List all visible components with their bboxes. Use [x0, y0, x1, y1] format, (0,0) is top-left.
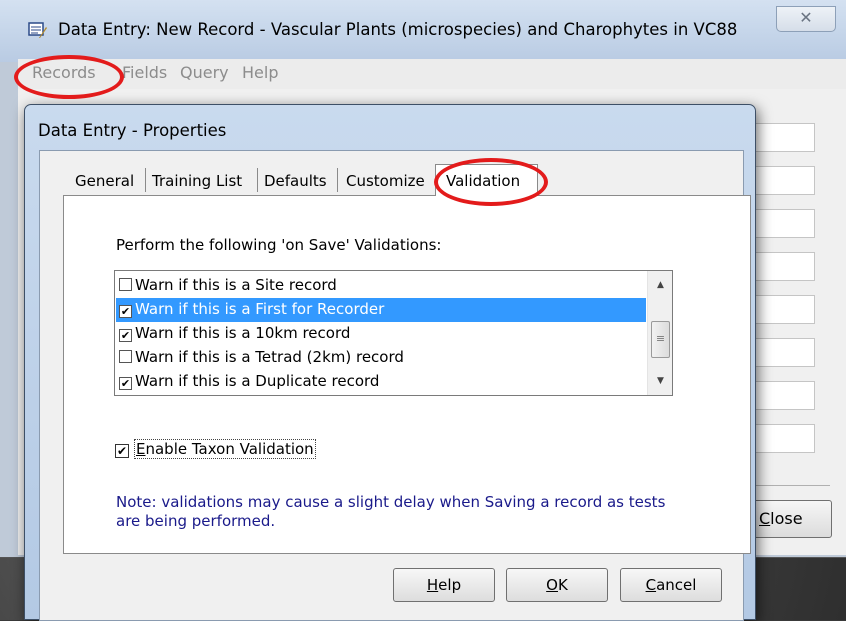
list-item[interactable]: ✔ Warn if this is a 10km record [116, 322, 646, 346]
help-button[interactable]: Help [393, 568, 495, 602]
menu-query[interactable]: Query [180, 63, 229, 82]
record-field[interactable] [752, 166, 815, 195]
record-field[interactable] [752, 252, 815, 281]
scroll-down-icon[interactable]: ▼ [648, 371, 673, 391]
main-titlebar: Data Entry: New Record - Vascular Plants… [0, 0, 846, 62]
divider [752, 485, 830, 486]
validation-note: Note: validations may cause a slight del… [116, 493, 666, 530]
menu-bar: Records Fields Query Help [18, 59, 846, 89]
checkbox[interactable]: ✔ [119, 329, 132, 342]
record-field[interactable] [752, 209, 815, 238]
dialog-title: Data Entry - Properties [38, 121, 227, 140]
list-item[interactable]: Warn if this is a Tetrad (2km) record [116, 346, 646, 370]
window-title: Data Entry: New Record - Vascular Plants… [58, 20, 738, 39]
checkbox[interactable]: ✔ [119, 377, 132, 390]
validations-prompt: Perform the following 'on Save' Validati… [116, 236, 442, 254]
tab-divider [337, 168, 338, 192]
cancel-button[interactable]: Cancel [620, 568, 722, 602]
checkmark-icon: ✔ [120, 329, 131, 342]
record-field[interactable] [752, 381, 815, 410]
tab-validation-label[interactable]: Validation [446, 172, 520, 190]
record-field[interactable] [752, 338, 815, 367]
record-field[interactable] [752, 295, 815, 324]
scroll-up-icon[interactable]: ▲ [648, 275, 673, 295]
list-item[interactable]: Warn if this is a Site record [116, 274, 646, 298]
record-field[interactable] [752, 424, 815, 453]
validations-listbox[interactable]: Warn if this is a Site record ✔ Warn if t… [114, 270, 673, 396]
checkbox-label: Enable Taxon Validation [134, 439, 316, 459]
checkmark-icon: ✔ [120, 305, 131, 318]
checkmark-icon: ✔ [116, 444, 128, 458]
checkbox[interactable] [119, 278, 132, 291]
list-item[interactable]: ✔ Warn if this is a First for Recorder [116, 298, 646, 322]
grip-icon: ≡ [655, 332, 666, 345]
tab-general[interactable]: General [75, 172, 134, 190]
checkbox[interactable]: ✔ [115, 444, 129, 458]
tab-defaults[interactable]: Defaults [264, 172, 327, 190]
tab-divider [257, 168, 258, 192]
menu-help[interactable]: Help [242, 63, 278, 82]
record-field[interactable] [752, 123, 815, 152]
window-close-button[interactable]: ✕ [776, 6, 836, 32]
app-icon [28, 22, 47, 38]
enable-taxon-validation-checkbox[interactable]: ✔ Enable Taxon Validation [115, 439, 316, 459]
list-scrollbar[interactable]: ▲ ≡ ▼ [647, 271, 672, 395]
tab-customize[interactable]: Customize [346, 172, 425, 190]
tab-training-list[interactable]: Training List [152, 172, 242, 190]
checkbox[interactable] [119, 350, 132, 363]
checkmark-icon: ✔ [120, 377, 131, 390]
ok-button[interactable]: OK [506, 568, 608, 602]
checkbox[interactable]: ✔ [119, 305, 132, 318]
close-button[interactable]: Close [750, 500, 832, 538]
close-icon: ✕ [799, 8, 813, 27]
list-item[interactable]: ✔ Warn if this is a Duplicate record [116, 370, 646, 394]
tab-divider [145, 168, 146, 192]
menu-records[interactable]: Records [32, 63, 96, 82]
scroll-thumb[interactable]: ≡ [651, 321, 670, 358]
menu-fields[interactable]: Fields [122, 63, 167, 82]
